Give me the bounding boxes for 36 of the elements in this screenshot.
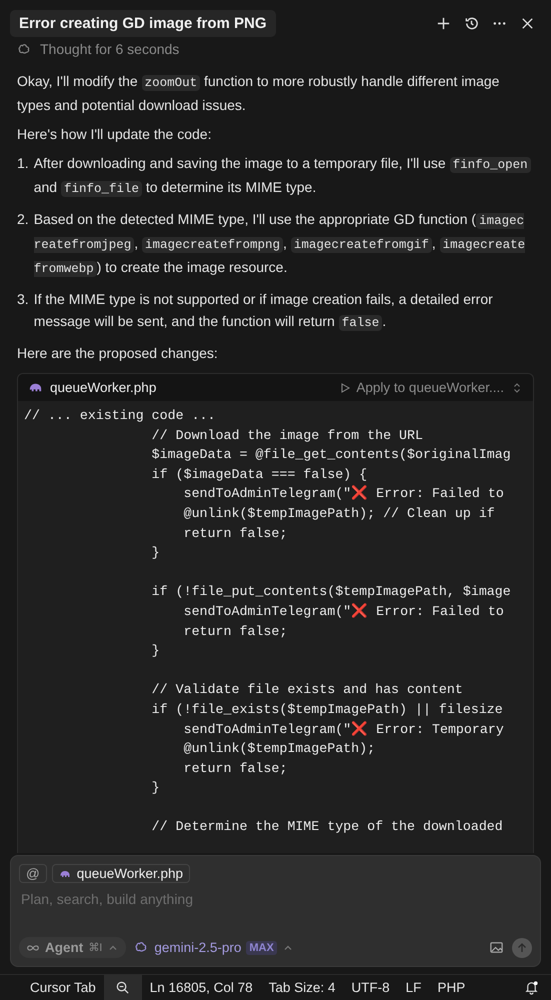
arrow-up-icon: [516, 942, 528, 954]
play-icon: [339, 382, 352, 394]
search-icon[interactable]: [104, 975, 142, 1000]
status-item[interactable]: LF: [406, 980, 422, 995]
prompt-input-field[interactable]: @ queueWorker.php Plan, search, build anything Agent ⌘I gemini-2.5-pro MAX: [10, 855, 541, 967]
infinity-icon: [26, 944, 40, 952]
file-name: queueWorker.php: [50, 380, 156, 395]
message-paragraph: Okay, I'll modify the zoomOut function to more robustly handle different image types and potential download issues.: [17, 72, 500, 115]
history-icon[interactable]: [464, 16, 479, 31]
apply-button[interactable]: Apply to queueWorker....: [339, 380, 504, 395]
model-selector[interactable]: gemini-2.5-pro MAX: [134, 940, 294, 955]
list-number: 3.: [17, 290, 29, 309]
chat-title-tab[interactable]: Error creating GD image from PNG: [10, 10, 276, 37]
code-text: // ... existing code ... // Download the image from the URL $imageData = @file_get_contents($originalImag if ($imageData === false) { sendToAdminTelegram("❌ Error: Failed to @unlink($tempImagePath); // Clean up if return false; } if (!file_put_contents($tempImagePath, $image sendToAdminTelegram("❌ Error: Failed to return false; } // Validate file exists and has content if (!file_exists($tempImagePath) || filesize sendToAdminTelegram("❌ Error: Temporary @unlink($tempImagePath); return false; } // Determine the MIME type of the downloaded: [23, 407, 512, 836]
status-item[interactable]: UTF-8: [351, 980, 390, 995]
message-paragraph: Here's how I'll update the code:: [17, 125, 212, 144]
list-item-text: If the MIME type is not supported or if image creation fails, a detailed error message will be sent, and the function will return false .: [34, 290, 494, 333]
message-paragraph: Here are the proposed changes:: [17, 344, 219, 363]
plus-icon[interactable]: [436, 16, 451, 31]
mention-button[interactable]: @: [19, 864, 47, 883]
bell-icon[interactable]: [524, 980, 539, 995]
status-item[interactable]: Cursor Tab: [30, 980, 96, 995]
status-item[interactable]: PHP: [437, 980, 466, 995]
list-item-text: Based on the detected MIME type, I'll use the appropriate GD function ( imagecreatefromjpeg , imagecreatefrompng , imagecreatefromgif , imagecreatefromwebp ) to create the image resource.: [34, 210, 526, 279]
list-item-text: After downloading and saving the image to a temporary file, I'll use finfo_open and finfo_file to determine its MIME type.: [34, 152, 531, 200]
status-item[interactable]: Tab Size: 4: [268, 980, 336, 995]
context-file-chip[interactable]: queueWorker.php: [52, 864, 190, 883]
agent-mode-button[interactable]: Agent ⌘I: [19, 937, 126, 958]
image-icon[interactable]: [489, 940, 504, 955]
close-icon[interactable]: [520, 16, 535, 31]
brain-icon: [17, 42, 32, 56]
status-item[interactable]: Ln 16805, Col 78: [150, 980, 253, 995]
list-number: 1.: [17, 154, 29, 173]
chevron-up-down-icon[interactable]: [511, 382, 523, 394]
thought-duration: Thought for 6 seconds: [40, 41, 180, 57]
list-number: 2.: [17, 210, 29, 229]
